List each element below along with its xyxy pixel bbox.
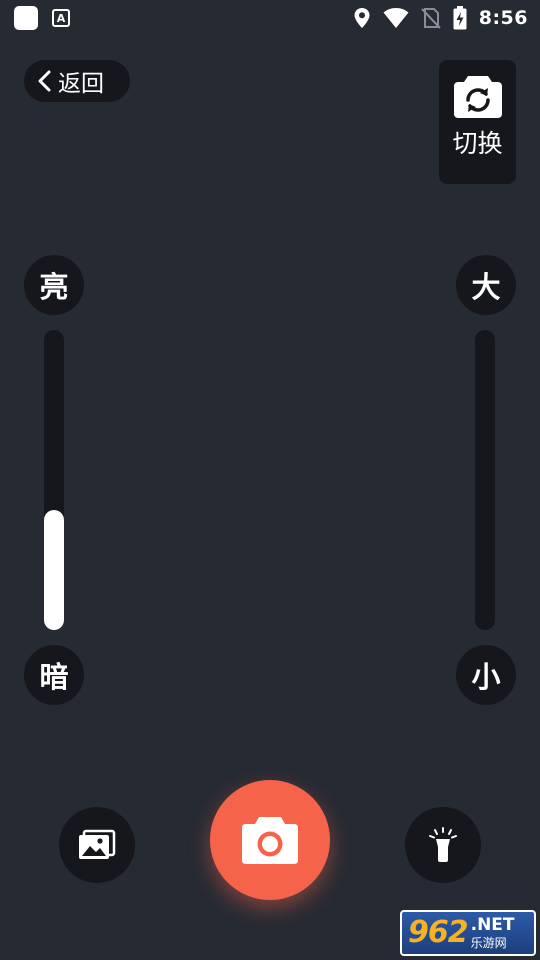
gallery-button[interactable] [59, 807, 135, 883]
watermark-caption: 乐游网 [470, 936, 507, 950]
wifi-icon [383, 8, 409, 28]
no-sim-icon [421, 8, 441, 29]
back-button[interactable]: 返回 [24, 60, 130, 102]
status-time: 8:56 [478, 7, 528, 29]
gallery-icon [79, 829, 116, 859]
camera-icon [242, 817, 298, 864]
watermark-number: 962 [408, 915, 469, 950]
a-app-icon: A [52, 9, 70, 27]
battery-charging-icon [453, 6, 467, 30]
brightness-max-label: 亮 [24, 255, 84, 315]
zoom-max-label: 大 [456, 255, 516, 315]
brightness-slider-fill[interactable] [44, 510, 64, 630]
brightness-min-label: 暗 [24, 645, 84, 705]
location-icon [354, 8, 370, 28]
switch-camera-button[interactable]: 切换 [439, 60, 516, 184]
zoom-slider[interactable] [475, 330, 495, 630]
flashlight-button[interactable] [405, 807, 481, 883]
watermark-logo: 962 .NET 乐游网 [400, 910, 536, 956]
camera-switch-icon [453, 76, 502, 118]
shutter-button[interactable] [210, 780, 330, 900]
brightness-slider[interactable] [44, 330, 64, 630]
zoom-min-label: 小 [456, 645, 516, 705]
flashlight-icon [429, 827, 457, 862]
app-white-square-icon [14, 6, 38, 30]
back-label: 返回 [58, 71, 104, 97]
chevron-left-icon [38, 70, 51, 92]
watermark-domain: .NET [470, 915, 515, 935]
switch-label: 切换 [452, 129, 503, 158]
status-bar: A 8:56 [0, 0, 540, 36]
